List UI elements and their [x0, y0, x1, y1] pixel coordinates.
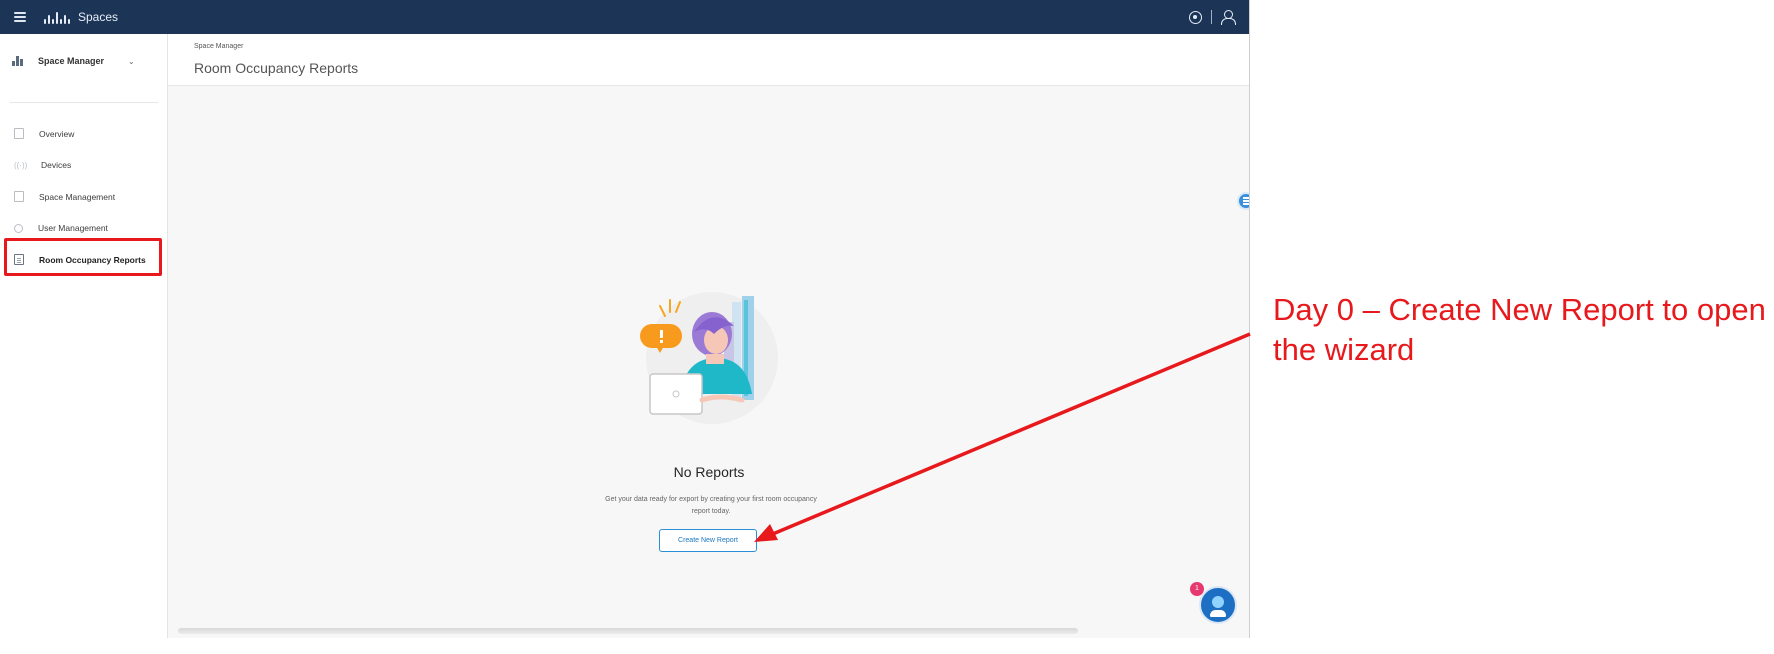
empty-state-description: Get your data ready for export by creati…: [605, 496, 817, 515]
sidebar: Space Manager ⌄ Overview ((·)) Devices S…: [0, 34, 168, 638]
horizontal-scrollbar[interactable]: [178, 628, 1078, 634]
reports-icon: [14, 254, 24, 266]
top-bar-actions: [1189, 10, 1236, 25]
user-icon[interactable]: [1221, 10, 1236, 25]
building-icon: [12, 56, 26, 66]
sidebar-item-space-management[interactable]: Space Management: [0, 181, 168, 213]
top-bar-separator: [1211, 10, 1212, 24]
app-window: Spaces Space Manager ⌄ Overview ((·)) De…: [0, 0, 1250, 638]
sidebar-item-label: Room Occupancy Reports: [39, 254, 146, 265]
sidebar-item-label: Devices: [41, 160, 72, 171]
user-management-icon: [14, 223, 23, 233]
sidebar-item-room-occupancy-reports[interactable]: Room Occupancy Reports: [0, 244, 168, 276]
breadcrumb[interactable]: Space Manager: [194, 43, 243, 50]
annotation-text: Day 0 – Create New Report to open the wi…: [1273, 292, 1766, 367]
sidebar-item-user-management[interactable]: User Management: [0, 213, 168, 245]
cisco-logo-icon: [44, 10, 72, 24]
sidebar-item-label: Overview: [39, 128, 75, 139]
sidebar-divider: [10, 102, 158, 103]
empty-state-title: No Reports: [673, 464, 745, 480]
sidebar-item-overview[interactable]: Overview: [0, 118, 168, 150]
page-header: Space Manager Room Occupancy Reports: [168, 34, 1249, 86]
empty-state-illustration: [640, 292, 778, 424]
top-bar: Spaces: [0, 0, 1249, 34]
space-management-icon: [14, 191, 24, 203]
app-switcher-label: Space Manager: [38, 56, 105, 66]
overview-icon: [14, 128, 24, 140]
sidebar-nav: Overview ((·)) Devices Space Management …: [0, 118, 168, 276]
brand-name[interactable]: Spaces: [78, 10, 118, 24]
app-switcher[interactable]: Space Manager ⌄: [12, 56, 135, 66]
sidebar-item-label: Space Management: [39, 191, 116, 202]
hamburger-menu-icon[interactable]: [14, 12, 26, 22]
page-title: Room Occupancy Reports: [194, 60, 359, 76]
chevron-down-icon: ⌄: [128, 56, 135, 66]
help-icon[interactable]: [1189, 10, 1202, 24]
devices-icon: ((·)): [14, 160, 28, 170]
notification-badge: 1: [1190, 582, 1204, 596]
create-new-report-button[interactable]: Create New Report: [659, 529, 757, 552]
sidebar-item-label: User Management: [38, 223, 108, 234]
assistant-bot-icon[interactable]: [1199, 586, 1237, 624]
expand-panel-icon[interactable]: [1237, 192, 1249, 210]
sidebar-item-devices[interactable]: ((·)) Devices: [0, 150, 168, 182]
